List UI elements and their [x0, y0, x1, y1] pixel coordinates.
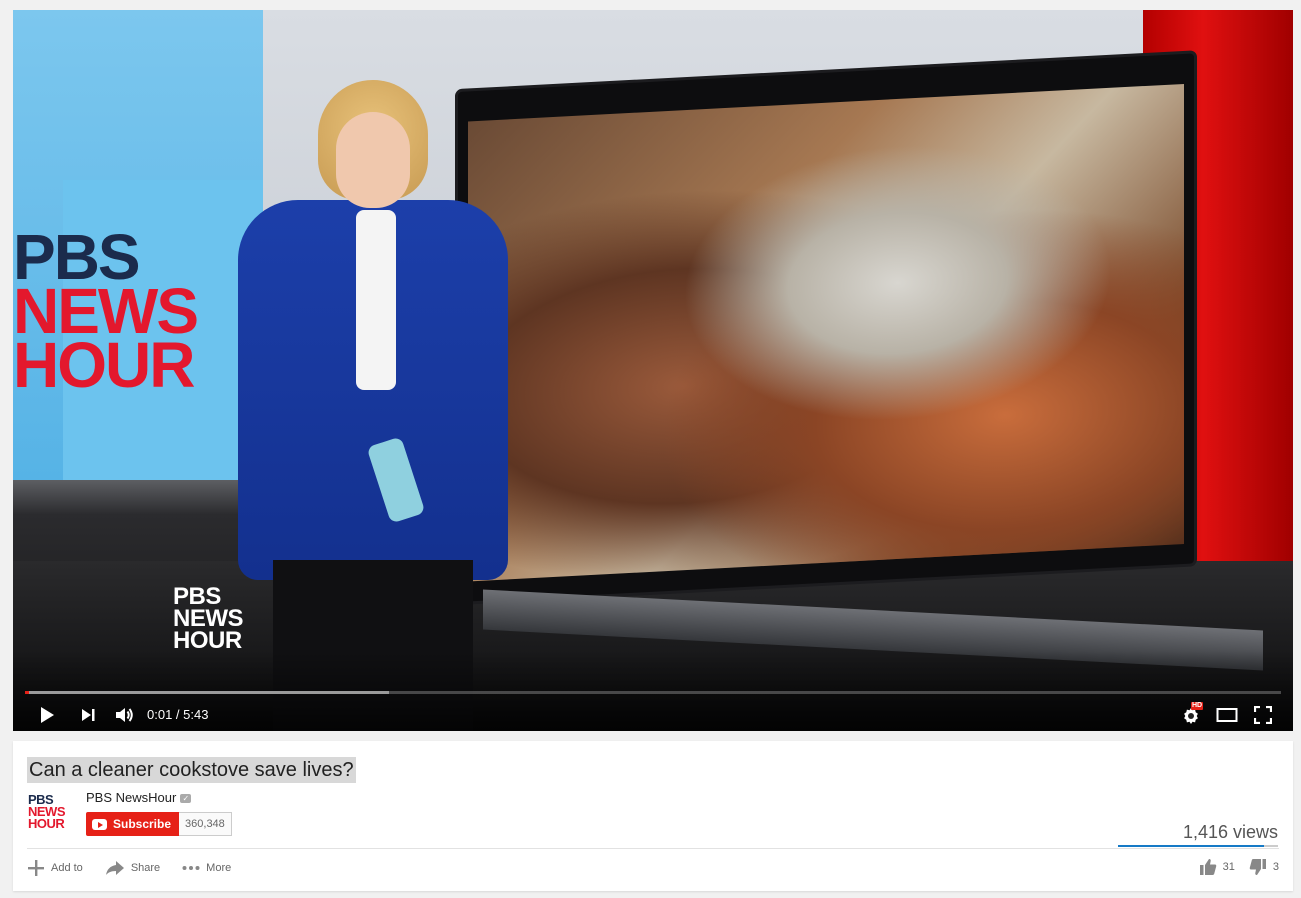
play-icon [41, 707, 54, 723]
thumbs-up-icon [1199, 859, 1216, 875]
fullscreen-button[interactable] [1254, 704, 1272, 726]
next-button[interactable] [80, 704, 96, 726]
subscribe-widget: Subscribe 360,348 [86, 812, 232, 836]
channel-bug-logo: PBS NEWS HOUR [173, 583, 244, 654]
progress-loaded [25, 691, 390, 694]
action-bar: Add to Share More [27, 859, 231, 877]
share-button[interactable]: Share [105, 859, 160, 877]
rating-bar: 31 3 [1199, 858, 1279, 876]
channel-name-link[interactable]: PBS NewsHour ✓ [86, 790, 192, 806]
settings-button[interactable]: HD [1181, 702, 1204, 726]
like-dislike-bar [1118, 845, 1278, 847]
subscribe-button[interactable]: Subscribe [86, 812, 180, 836]
like-ratio-fill [1118, 845, 1264, 847]
volume-button[interactable] [114, 704, 136, 726]
share-icon [105, 861, 124, 875]
thumbs-down-icon [1249, 859, 1266, 875]
studio-wall-logo: PBS NEWS HOUR [13, 221, 199, 401]
theater-mode-button[interactable] [1216, 704, 1238, 726]
progress-bar[interactable] [25, 691, 1281, 694]
video-title: Can a cleaner cookstove save lives? [27, 757, 356, 783]
more-dots-icon [182, 866, 200, 870]
verified-icon: ✓ [180, 793, 192, 803]
channel-avatar[interactable]: PBS NEWS HOUR [28, 793, 76, 842]
like-button[interactable]: 31 [1199, 858, 1235, 876]
progress-played [25, 691, 29, 694]
studio-monitor [458, 53, 1194, 603]
plus-icon [28, 860, 44, 876]
theater-mode-icon [1216, 708, 1238, 722]
monitor-cookstove-footage [468, 83, 1184, 582]
subscriber-count: 360,348 [179, 812, 232, 836]
dislike-button[interactable]: 3 [1249, 858, 1279, 876]
fullscreen-icon [1254, 706, 1272, 724]
news-anchor [238, 80, 508, 731]
hd-badge: HD [1191, 702, 1204, 710]
time-display: 0:01 / 5:43 [147, 707, 209, 722]
more-button[interactable]: More [182, 859, 231, 877]
add-to-button[interactable]: Add to [27, 859, 83, 877]
view-count: 1,416 views [1182, 822, 1278, 842]
volume-icon [116, 708, 133, 722]
play-button[interactable] [38, 704, 56, 726]
video-info-panel: Can a cleaner cookstove save lives? PBS … [13, 741, 1293, 891]
divider [27, 848, 1279, 849]
video-player[interactable]: PBS NEWS HOUR PBS NEWS HOUR 0:01 / 5:43 … [13, 10, 1293, 731]
next-icon [82, 709, 95, 721]
youtube-logo-icon [92, 818, 107, 830]
video-frame: PBS NEWS HOUR PBS NEWS HOUR [13, 10, 1293, 731]
